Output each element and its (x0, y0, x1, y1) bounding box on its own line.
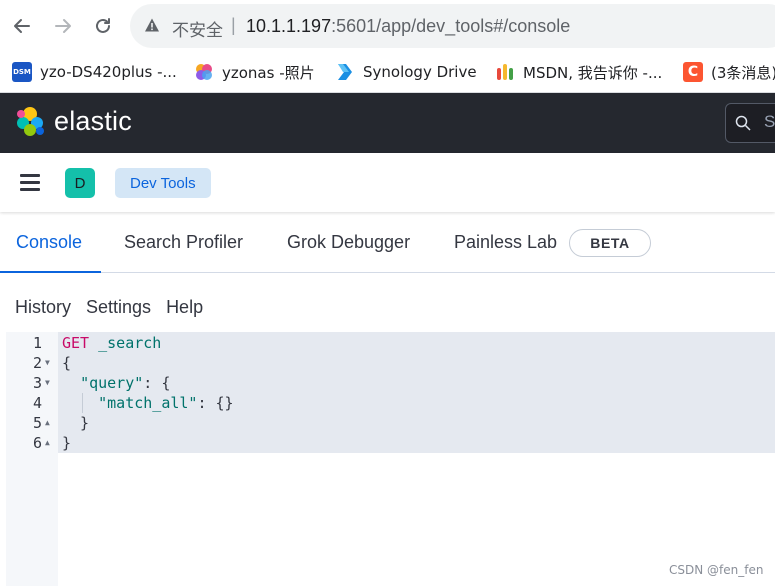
msdn-icon (497, 64, 513, 80)
bookmark-csdn[interactable]: C (3条消息) (683, 62, 775, 82)
request-url: _search (98, 334, 162, 352)
dev-tools-tabs: Console Search Profiler Grok Debugger Pa… (0, 213, 775, 273)
code-text: : {} (197, 394, 234, 412)
back-arrow-icon (14, 19, 30, 33)
fold-down-icon[interactable]: ▼ (45, 373, 50, 393)
history-link[interactable]: History (15, 297, 71, 319)
global-search-input[interactable]: S (725, 103, 775, 143)
code-text: } (62, 434, 72, 452)
bookmarks-bar: DSM yzo-DS420plus -... yzonas -照片 Synolo… (0, 53, 775, 93)
bookmark-synology-drive[interactable]: Synology Drive (335, 62, 477, 82)
editor-line[interactable]: 4 "match_all": {} (6, 393, 775, 413)
warning-icon[interactable] (144, 17, 160, 33)
synology-drive-icon (338, 64, 352, 80)
editor-line[interactable]: 3 ▼ "query": { (6, 373, 775, 393)
json-key: "query" (80, 374, 144, 392)
line-number: 5 (32, 414, 42, 432)
reload-button[interactable] (87, 10, 119, 42)
elastic-logo-icon (17, 107, 44, 136)
photos-icon (196, 64, 212, 80)
address-bar[interactable]: 不安全 | 10.1.1.197:5601/app/dev_tools#/con… (130, 4, 775, 48)
editor-line[interactable]: 2 ▼ { (6, 353, 775, 373)
code-text: { (62, 354, 72, 372)
breadcrumb-dev-tools[interactable]: Dev Tools (115, 168, 211, 198)
logo-text: elastic (54, 105, 132, 136)
bookmark-label: (3条消息) (711, 63, 775, 82)
editor-line[interactable]: 1 GET _search (6, 333, 775, 353)
line-number: 4 (32, 394, 42, 412)
console-menu: History Settings Help (15, 297, 218, 319)
csdn-icon: C (683, 62, 703, 82)
forward-button[interactable] (47, 10, 79, 42)
tab-painless-lab[interactable]: Painless Lab (454, 213, 557, 272)
url-text[interactable]: 10.1.1.197:5601/app/dev_tools#/console (246, 16, 570, 37)
forward-arrow-icon (55, 19, 71, 33)
tab-grok-debugger[interactable]: Grok Debugger (287, 213, 410, 272)
search-icon (735, 115, 751, 131)
help-link[interactable]: Help (166, 297, 203, 319)
bookmark-label: Synology Drive (363, 63, 477, 81)
bookmark-dsm[interactable]: DSM yzo-DS420plus -... (12, 62, 177, 82)
bookmark-msdn[interactable]: MSDN, 我告诉你 -... (495, 62, 662, 82)
dsm-icon: DSM (12, 62, 32, 82)
beta-badge: BETA (569, 229, 651, 257)
menu-toggle-icon[interactable] (20, 174, 40, 191)
fold-up-icon[interactable]: ▲ (45, 413, 50, 433)
settings-link[interactable]: Settings (86, 297, 151, 319)
code-text: } (62, 414, 90, 432)
space-avatar[interactable]: D (65, 168, 95, 198)
tab-console[interactable]: Console (0, 213, 102, 273)
url-separator: | (231, 15, 236, 35)
kibana-subheader: D Dev Tools (0, 153, 775, 212)
tab-search-profiler[interactable]: Search Profiler (124, 213, 243, 272)
url-path: :5601/app/dev_tools#/console (331, 16, 571, 36)
security-label[interactable]: 不安全 (172, 16, 223, 41)
kibana-header: elastic S (0, 93, 775, 153)
bookmark-label: yzo-DS420plus -... (40, 63, 177, 81)
fold-up-icon[interactable]: ▲ (45, 433, 50, 453)
search-placeholder: S (764, 112, 775, 131)
reload-icon (96, 18, 110, 33)
watermark: CSDN @fen_fen (669, 563, 764, 577)
line-number: 3 (32, 374, 42, 392)
editor-line[interactable]: 6 ▲ } (6, 433, 775, 453)
back-button[interactable] (6, 10, 38, 42)
editor-line[interactable]: 5 ▲ } (6, 413, 775, 433)
browser-toolbar: 不安全 | 10.1.1.197:5601/app/dev_tools#/con… (0, 0, 775, 53)
bookmark-yzonas-photos[interactable]: yzonas -照片 (194, 62, 315, 82)
bookmark-label: MSDN, 我告诉你 -... (523, 63, 663, 82)
code-text: : { (143, 374, 171, 392)
line-number: 6 (32, 434, 42, 452)
line-number: 2 (32, 354, 42, 372)
fold-down-icon[interactable]: ▼ (45, 353, 50, 373)
console-editor[interactable]: 1 GET _search 2 ▼ { 3 ▼ "query": { 4 "ma… (6, 332, 775, 586)
line-number: 1 (32, 334, 42, 352)
request-method: GET (62, 334, 90, 352)
bookmark-label: yzonas -照片 (222, 63, 315, 82)
elastic-logo[interactable]: elastic (14, 105, 132, 137)
url-host: 10.1.1.197 (246, 16, 332, 36)
json-key: "match_all" (98, 394, 198, 412)
